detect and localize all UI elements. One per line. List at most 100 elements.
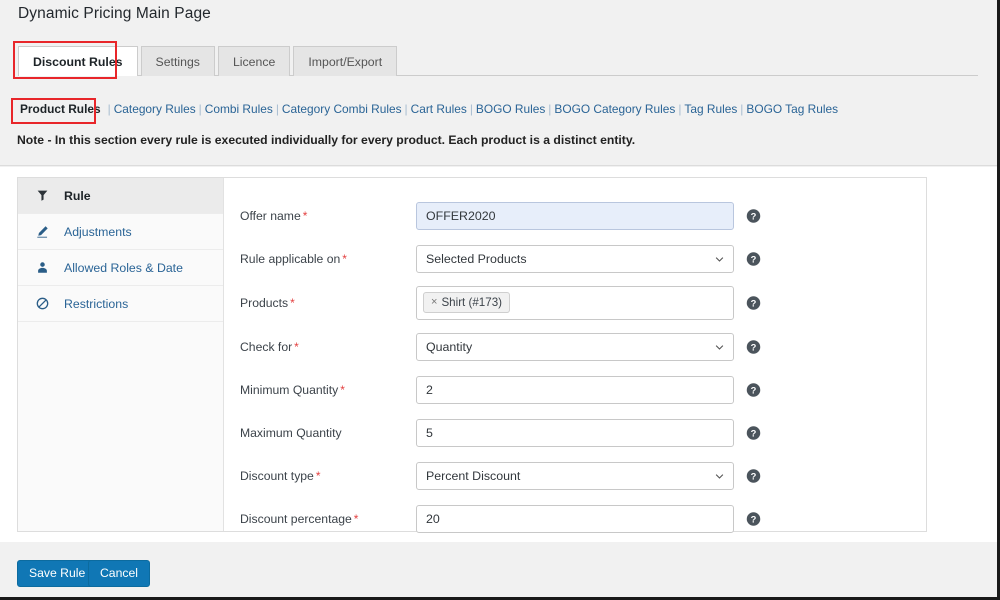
tab-discount-rules[interactable]: Discount Rules [18,46,138,76]
filter-icon [36,188,56,204]
footer-bar: Save Rule Cancel [0,542,997,597]
chevron-down-icon [715,344,724,350]
required-marker: * [302,208,308,223]
subnav-separator: | [740,102,744,116]
label-rule-applicable-on: Rule applicable on * [240,251,416,267]
subnav-item-category-rules[interactable]: Category Rules [114,102,196,116]
form-row-discount-percentage: Discount percentage * 20? [224,497,926,540]
minimum-quantity-input[interactable]: 2 [416,375,734,404]
label-text: Products [240,295,289,310]
label-text: Minimum Quantity [240,382,339,397]
form-row-offer-name: Offer name * OFFER2020? [224,194,926,237]
tab-settings[interactable]: Settings [140,46,215,76]
cancel-button[interactable]: Cancel [88,560,150,587]
form-row-discount-type: Discount type * Percent Discount? [224,454,926,497]
selected-value: Selected Products [426,251,527,266]
label-offer-name: Offer name * [240,208,416,224]
help-icon[interactable]: ? [746,339,761,354]
rule-panel: Rule Adjustments Allowed Roles & Date Restr… [17,177,927,533]
selected-value: Percent Discount [426,468,521,483]
label-check-for: Check for * [240,339,416,355]
subnav-item-category-combi-rules[interactable]: Category Combi Rules [282,102,402,116]
form-row-products: Products * × Shirt (#173)? [224,280,926,325]
help-icon[interactable]: ? [746,425,761,440]
selected-value: Quantity [426,339,473,354]
required-marker: * [290,295,295,310]
primary-tab-bar: Discount Rules Settings Licence Import/Expo… [18,44,978,76]
svg-text:?: ? [751,211,757,221]
subnav-separator: | [198,102,202,116]
control-products: × Shirt (#173)? [416,285,761,320]
products-multiselect[interactable]: × Shirt (#173) [416,285,734,320]
remove-chip-icon[interactable]: × [431,296,437,308]
required-marker: * [353,511,359,526]
label-minimum-quantity: Minimum Quantity * [240,382,416,398]
product-chip[interactable]: × Shirt (#173) [423,291,511,313]
control-offer-name: OFFER2020? [416,201,761,230]
control-minimum-quantity: 2? [416,375,761,404]
label-discount-percentage: Discount percentage * [240,511,416,527]
form-row-check-for: Check for * Quantity? [224,325,926,368]
svg-text:?: ? [751,471,757,481]
help-icon[interactable]: ? [746,382,761,397]
sub-navigation: Product Rules | Category Rules | Combi Rules… [16,102,838,116]
required-marker: * [294,339,299,354]
required-marker: * [315,468,321,483]
tab-licence[interactable]: Licence [217,46,291,76]
form-row-rule-applicable-on: Rule applicable on * Selected Products? [224,237,926,280]
svg-text:?: ? [751,514,757,524]
sidebar-item-rule[interactable]: Rule [18,178,223,214]
check-for-select[interactable]: Quantity [416,332,734,361]
app-window: Dynamic Pricing Main Page Discount Rules… [0,0,1000,600]
ban-icon [36,296,56,312]
header-band: Dynamic Pricing Main Page Discount Rules… [0,0,997,166]
form-row-maximum-quantity: Maximum Quantity 5? [224,411,926,454]
subnav-item-cart-rules[interactable]: Cart Rules [411,102,467,116]
help-icon[interactable]: ? [746,251,761,266]
subnav-separator: | [404,102,408,116]
tab-import-export[interactable]: Import/Export [293,46,398,76]
subnav-separator: | [107,102,111,116]
subnav-item-combi-rules[interactable]: Combi Rules [205,102,273,116]
sidebar-item-label: Allowed Roles & Date [64,260,183,275]
svg-text:?: ? [751,342,757,352]
help-icon[interactable]: ? [746,468,761,483]
rule-form: Offer name * OFFER2020? Rule applicable on *… [224,178,926,533]
discount-percentage-input[interactable]: 20 [416,504,734,533]
offer-name-input[interactable]: OFFER2020 [416,201,734,230]
form-row-minimum-quantity: Minimum Quantity * 2? [224,368,926,411]
chevron-down-icon [715,256,724,262]
discount-type-select[interactable]: Percent Discount [416,461,734,490]
rule-sidebar: Rule Adjustments Allowed Roles & Date Restr… [18,178,224,531]
help-icon[interactable]: ? [746,208,761,223]
subnav-separator: | [678,102,682,116]
help-icon[interactable]: ? [746,511,761,526]
sidebar-item-adjustments[interactable]: Adjustments [18,214,223,250]
control-rule-applicable-on: Selected Products? [416,244,761,273]
sidebar-item-label: Adjustments [64,224,132,239]
subnav-separator: | [469,102,473,116]
content-card: Rule Adjustments Allowed Roles & Date Restr… [0,167,997,542]
sidebar-item-label: Restrictions [64,296,129,311]
sidebar-item-restrictions[interactable]: Restrictions [18,286,223,322]
subnav-item-bogo-category-rules[interactable]: BOGO Category Rules [554,102,675,116]
help-icon[interactable]: ? [746,295,761,310]
sidebar-item-allowed-roles-date[interactable]: Allowed Roles & Date [18,250,223,286]
subnav-item-tag-rules[interactable]: Tag Rules [684,102,737,116]
svg-text:?: ? [751,254,757,264]
section-note: Note - In this section every rule is exe… [17,133,636,147]
subnav-item-bogo-tag-rules[interactable]: BOGO Tag Rules [746,102,838,116]
svg-text:?: ? [751,385,757,395]
maximum-quantity-input[interactable]: 5 [416,418,734,447]
control-discount-percentage: 20? [416,504,761,533]
chip-label: Shirt (#173) [441,295,503,309]
label-text: Check for [240,339,293,354]
svg-text:?: ? [751,298,757,308]
rule-applicable-on-select[interactable]: Selected Products [416,244,734,273]
subnav-item-product-rules[interactable]: Product Rules [16,102,105,116]
label-text: Offer name [240,208,301,223]
label-discount-type: Discount type * [240,468,416,484]
control-discount-type: Percent Discount? [416,461,761,490]
save-rule-button[interactable]: Save Rule [17,560,98,587]
subnav-item-bogo-rules[interactable]: BOGO Rules [476,102,545,116]
